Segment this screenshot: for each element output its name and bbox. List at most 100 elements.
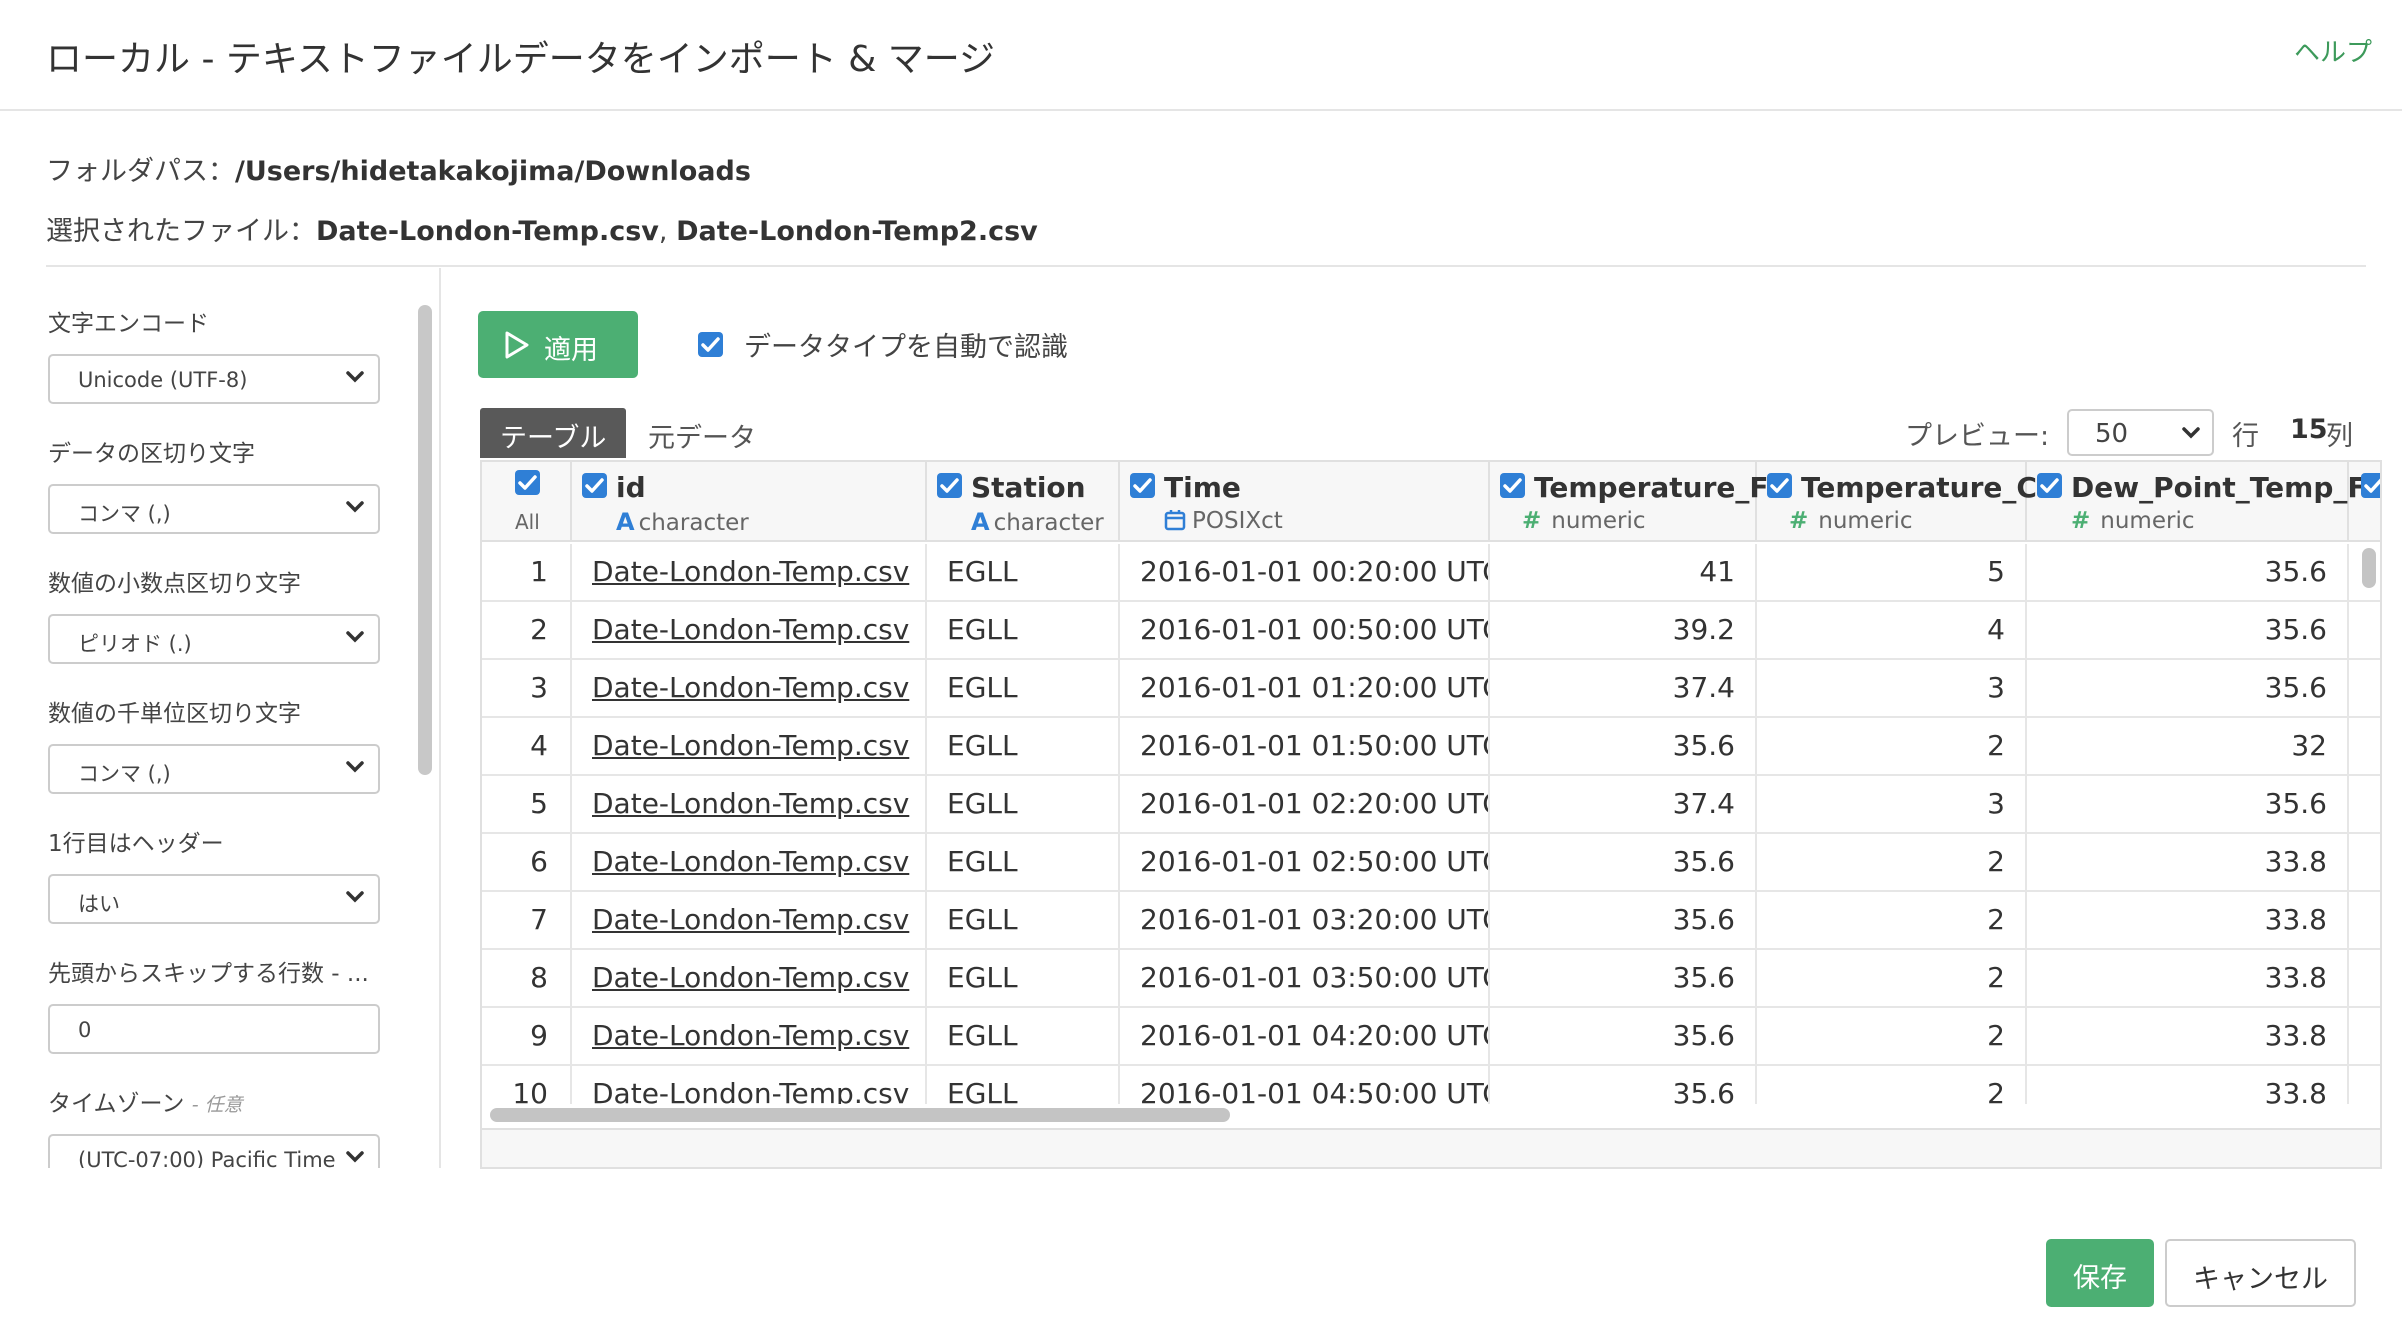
id-cell[interactable]: Date-London-Temp.csv <box>572 950 927 1008</box>
numeric-type-icon: # <box>2071 508 2091 534</box>
row-index-cell: 6 <box>482 834 572 892</box>
column-checkbox[interactable] <box>2361 473 2380 498</box>
station-cell: EGLL <box>927 776 1120 834</box>
chevron-down-icon <box>346 891 364 903</box>
header-row-label: 1行目はヘッダー <box>48 831 224 857</box>
column-header-time[interactable]: Time POSIXct <box>1120 462 1490 542</box>
temperature-c-cell: 4 <box>1757 602 2027 660</box>
header-row-select[interactable]: はい <box>48 874 380 924</box>
id-cell[interactable]: Date-London-Temp.csv <box>572 834 927 892</box>
delimiter-select[interactable]: コンマ (,) <box>48 484 380 534</box>
selected-files-line: 選択されたファイル：Date-London-Temp.csv, Date-Lon… <box>46 209 1038 248</box>
column-checkbox[interactable] <box>1130 473 1155 498</box>
chevron-down-icon <box>2182 427 2200 439</box>
checkmark-icon <box>1503 478 1522 493</box>
numeric-type-icon: # <box>1789 508 1809 534</box>
column-type-label: numeric <box>1551 508 1646 534</box>
table-row: 9 Date-London-Temp.csv EGLL 2016-01-01 04:2… <box>482 1008 2380 1066</box>
station-cell: EGLL <box>927 1066 1120 1104</box>
dew-point-temp-f-cell: 33.8 <box>2027 950 2349 1008</box>
apply-button[interactable]: 適用 <box>478 311 638 378</box>
apply-label: 適用 <box>544 335 598 366</box>
dialog-title: ローカル - テキストファイルデータをインポート & マージ <box>46 39 996 80</box>
column-header-id[interactable]: id Acharacter <box>572 462 927 542</box>
id-cell[interactable]: Date-London-Temp.csv <box>572 892 927 950</box>
table-row: 5 Date-London-Temp.csv EGLL 2016-01-01 02:2… <box>482 776 2380 834</box>
divider <box>46 265 2366 267</box>
horizontal-scrollbar[interactable] <box>490 1108 1230 1122</box>
column-type-label: numeric <box>2100 508 2195 534</box>
column-header-temperature-c[interactable]: Temperature_C # numeric <box>1757 462 2037 542</box>
folder-path-label: フォルダパス： <box>46 156 235 187</box>
encoding-select[interactable]: Unicode (UTF-8) <box>48 354 380 404</box>
sidebar-scrollbar[interactable] <box>418 305 432 775</box>
column-type: # numeric <box>1522 508 1645 534</box>
select-all-checkbox[interactable] <box>515 470 540 495</box>
dew-point-temp-f-cell: 33.8 <box>2027 892 2349 950</box>
chevron-down-icon <box>346 631 364 643</box>
row-index-cell: 10 <box>482 1066 572 1104</box>
preview-label: プレビュー: <box>1905 421 2050 452</box>
thousands-select[interactable]: コンマ (,) <box>48 744 380 794</box>
checkmark-icon <box>518 475 537 490</box>
station-cell: EGLL <box>927 892 1120 950</box>
save-button[interactable]: 保存 <box>2046 1239 2154 1307</box>
column-checkbox[interactable] <box>2037 473 2062 498</box>
tab-table[interactable]: テーブル <box>480 408 626 458</box>
skip-rows-label: 先頭からスキップする行数 - ... <box>48 961 369 987</box>
chevron-down-icon <box>346 761 364 773</box>
help-link[interactable]: ヘルプ <box>2294 32 2372 69</box>
column-header-dew-point-temp-f[interactable]: Dew_Point_Temp_F # numeric <box>2027 462 2367 542</box>
column-checkbox[interactable] <box>937 473 962 498</box>
auto-detect-label[interactable]: データタイプを自動で認識 <box>744 325 1068 364</box>
selected-file-2: Date-London-Temp2.csv <box>676 216 1038 247</box>
id-cell[interactable]: Date-London-Temp.csv <box>572 660 927 718</box>
time-cell: 2016-01-01 03:50:00 UTC <box>1120 950 1490 1008</box>
temperature-c-cell: 2 <box>1757 892 2027 950</box>
id-cell[interactable]: Date-London-Temp.csv <box>572 776 927 834</box>
decimal-label: 数値の小数点区切り文字 <box>48 571 301 597</box>
temperature-c-cell: 2 <box>1757 950 2027 1008</box>
encoding-value: Unicode (UTF-8) <box>78 368 248 392</box>
checkmark-icon <box>1770 478 1789 493</box>
auto-detect-checkbox[interactable] <box>698 332 723 357</box>
decimal-select[interactable]: ピリオド (.) <box>48 614 380 664</box>
preview-rows-select[interactable]: 50 <box>2067 409 2214 456</box>
column-header-next[interactable] <box>2349 462 2380 542</box>
id-cell[interactable]: Date-London-Temp.csv <box>572 1008 927 1066</box>
id-cell[interactable]: Date-London-Temp.csv <box>572 602 927 660</box>
column-name: Temperature_F <box>1534 471 1769 504</box>
chevron-down-icon <box>346 501 364 513</box>
table-row: 10 Date-London-Temp.csv EGLL 2016-01-01 04:… <box>482 1066 2380 1104</box>
dew-point-temp-f-cell: 33.8 <box>2027 1066 2349 1104</box>
checkmark-icon <box>940 478 959 493</box>
id-cell[interactable]: Date-London-Temp.csv <box>572 544 927 602</box>
tab-raw-data[interactable]: 元データ <box>648 416 756 455</box>
preview-rows-value: 50 <box>2095 419 2129 449</box>
row-index-cell: 2 <box>482 602 572 660</box>
file-separator: , <box>658 216 677 247</box>
encoding-label: 文字エンコード <box>48 311 209 337</box>
timezone-select[interactable]: (UTC-07:00) Pacific Time <box>48 1134 380 1168</box>
column-checkbox[interactable] <box>582 473 607 498</box>
cancel-button[interactable]: キャンセル <box>2165 1239 2356 1307</box>
table-row: 4 Date-London-Temp.csv EGLL 2016-01-01 01:5… <box>482 718 2380 776</box>
dew-point-temp-f-cell: 35.6 <box>2027 660 2349 718</box>
data-preview-table: All id Acharacter Station Acharacter Tim… <box>480 460 2382 1169</box>
column-checkbox[interactable] <box>1767 473 1792 498</box>
column-header-station[interactable]: Station Acharacter <box>927 462 1120 542</box>
time-cell: 2016-01-01 02:20:00 UTC <box>1120 776 1490 834</box>
folder-path-value: /Users/hidetakakojima/Downloads <box>235 156 751 187</box>
vertical-scrollbar[interactable] <box>2362 548 2376 588</box>
column-checkbox[interactable] <box>1500 473 1525 498</box>
station-cell: EGLL <box>927 718 1120 776</box>
id-cell[interactable]: Date-London-Temp.csv <box>572 718 927 776</box>
skip-rows-input[interactable]: 0 <box>48 1004 380 1054</box>
id-cell[interactable]: Date-London-Temp.csv <box>572 1066 927 1104</box>
dew-point-temp-f-cell: 33.8 <box>2027 834 2349 892</box>
column-type: POSIXct <box>1164 508 1283 534</box>
delimiter-value: コンマ (,) <box>78 502 171 526</box>
temperature-c-cell: 3 <box>1757 776 2027 834</box>
table-row: 7 Date-London-Temp.csv EGLL 2016-01-01 03:2… <box>482 892 2380 950</box>
column-header-temperature-f[interactable]: Temperature_F # numeric <box>1490 462 1769 542</box>
